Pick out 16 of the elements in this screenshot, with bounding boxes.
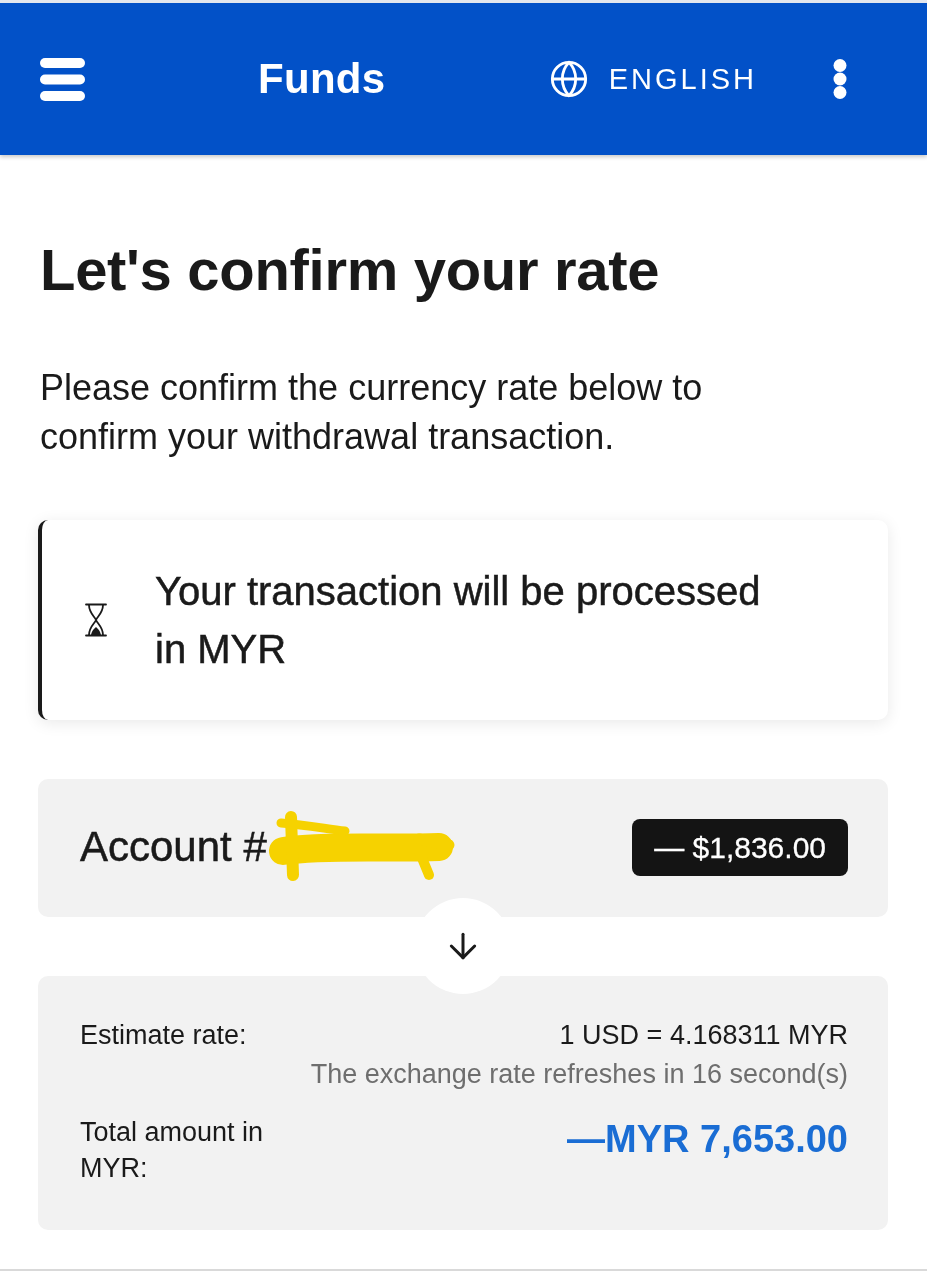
menu-icon[interactable]: [40, 56, 85, 102]
hourglass-icon: [85, 602, 107, 637]
page-heading: Let's confirm your rate: [40, 236, 661, 304]
rate-label: Estimate rate:: [80, 1018, 247, 1052]
globe-icon: [548, 59, 589, 99]
rate-refresh-note: The exchange rate refreshes in 16 second(s): [310, 1057, 848, 1091]
app-bar-title: Funds: [258, 53, 386, 104]
rate-value: 1 USD = 4.168311 MYR: [559, 1018, 848, 1052]
account-label: Account #: [80, 822, 267, 873]
total-amount: —MYR 7,653.00: [567, 1116, 848, 1162]
more-icon[interactable]: [832, 59, 848, 99]
total-label: Total amount in MYR:: [80, 1115, 265, 1185]
page-description: Please confirm the currency rate below to confirm your withdrawal transaction.: [40, 365, 704, 459]
notice-text: Your transaction will be processed in MYR: [155, 567, 762, 673]
amount-badge: — $1,836.00: [632, 819, 848, 877]
language-button[interactable]: ENGLISH: [548, 59, 757, 99]
